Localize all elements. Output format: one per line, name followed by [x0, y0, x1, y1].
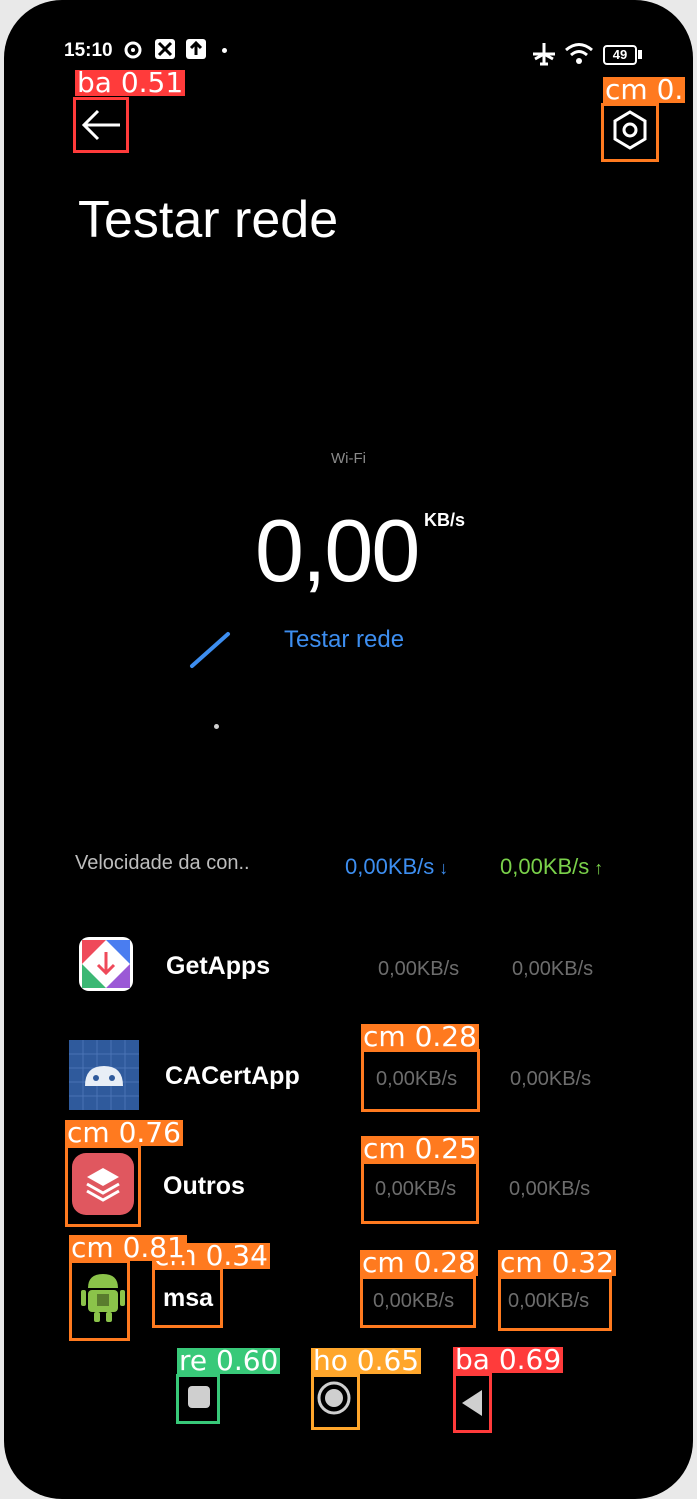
test-network-link[interactable]: Testar rede [284, 626, 404, 654]
app-upload-outros: 0,00KB/s [509, 1178, 591, 1200]
detection-label: ba 0.69 [453, 1343, 564, 1376]
page-title: Testar rede [78, 191, 339, 249]
cacertapp-android-icon [69, 1040, 139, 1110]
app-download-getapps: 0,00KB/s [378, 958, 460, 980]
detection-label: re 0.60 [177, 1344, 281, 1377]
connection-speed-label: Velocidade da con.. [75, 852, 250, 874]
detection-label: ba 0.51 [75, 66, 186, 99]
app-upload-cacertapp: 0,00KB/s [510, 1068, 592, 1090]
detection-box [361, 1049, 480, 1112]
down-arrow-icon: ↓ [434, 858, 449, 878]
detection-label: cm 0.32 [498, 1246, 616, 1279]
detection-box [176, 1374, 220, 1424]
more-notifications-dot [222, 48, 227, 53]
detection-box [498, 1276, 612, 1331]
upload-speed: 0,00KB/s ↑ [500, 854, 603, 880]
download-speed-value: 0,00KB/s [345, 854, 435, 879]
detection-box [152, 1267, 223, 1328]
detection-label: cm 0.28 [360, 1246, 478, 1279]
settings-notification-icon [124, 41, 142, 59]
detection-box [69, 1260, 130, 1341]
detection-label: cm 0.28 [361, 1020, 479, 1053]
airplane-mode-icon [533, 43, 555, 66]
detection-box [65, 1145, 141, 1227]
app-name-cacertapp: CACertApp [165, 1062, 300, 1090]
up-arrow-icon: ↑ [589, 858, 604, 878]
speed-gauge-needle-icon [190, 632, 230, 668]
speed-unit: KB/s [424, 510, 466, 530]
detection-box [453, 1373, 492, 1433]
network-type-label: Wi-Fi [331, 450, 366, 467]
detection-label: cm 0.25 [361, 1132, 479, 1165]
detection-box [361, 1161, 479, 1224]
battery-level: 49 [612, 47, 628, 62]
app-name-getapps: GetApps [166, 952, 271, 980]
detection-label: cm 0.81 [69, 1231, 187, 1264]
detection-label: ho 0.65 [311, 1344, 422, 1377]
detection-box [360, 1276, 476, 1328]
screen: 15:10 49 Testar rede Wi-Fi 0,00 KB/s Tes… [0, 0, 697, 1499]
app-name-outros: Outros [163, 1172, 245, 1200]
getapps-app-icon [79, 937, 133, 991]
download-speed: 0,00KB/s ↓ [345, 854, 448, 880]
upload-notification-icon [186, 39, 206, 59]
upload-speed-value: 0,00KB/s [500, 854, 590, 879]
gauge-dot [214, 724, 219, 729]
wifi-icon [565, 43, 593, 64]
detection-box [601, 103, 659, 162]
battery-tip [638, 50, 642, 59]
detection-label: cm 0. [603, 73, 686, 106]
detection-box [73, 97, 129, 153]
detection-label: cm 0.76 [65, 1116, 183, 1149]
app-upload-getapps: 0,00KB/s [512, 958, 594, 980]
app-notification-icon [155, 39, 175, 59]
speed-value: 0,00 [255, 501, 420, 600]
status-time: 15:10 [64, 40, 113, 61]
detection-box [311, 1374, 360, 1430]
